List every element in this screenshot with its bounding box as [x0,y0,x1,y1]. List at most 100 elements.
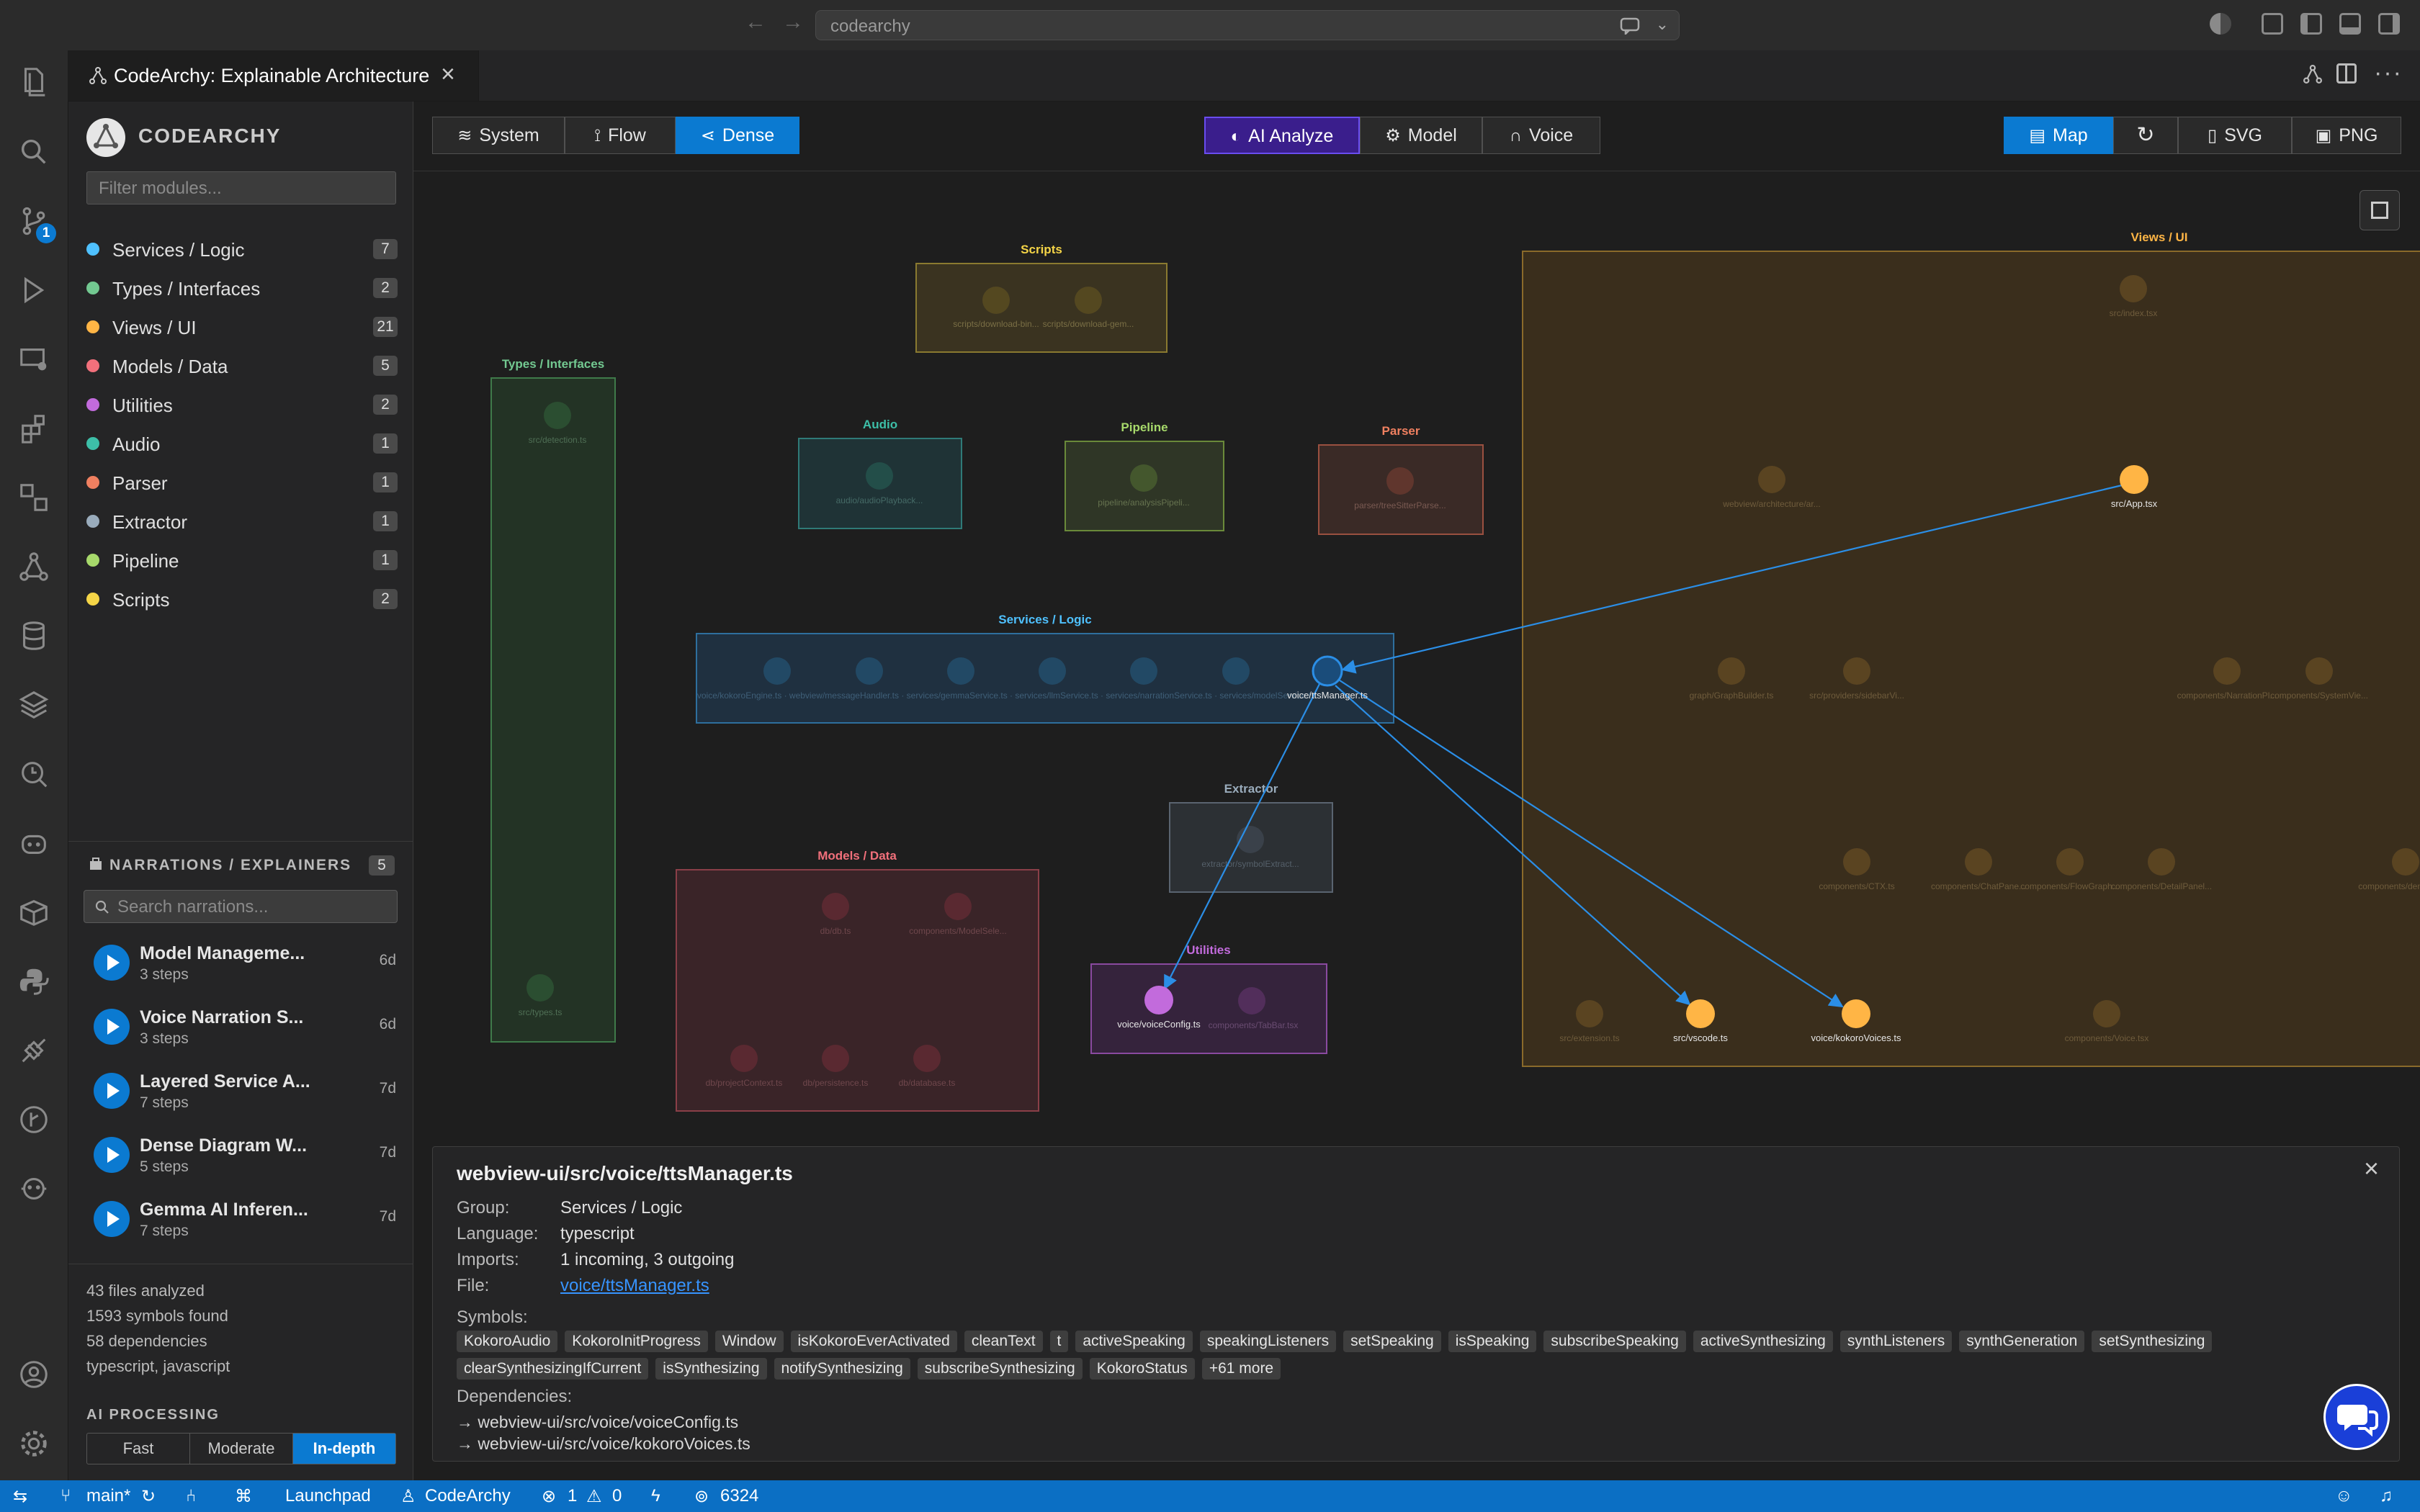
ai-mode-moderate[interactable]: Moderate [190,1434,293,1464]
sync-icon[interactable]: ↻ [141,1486,156,1507]
symbol-chip[interactable]: setSpeaking [1343,1331,1441,1352]
play-icon[interactable] [94,1137,130,1173]
settings-gear-icon[interactable] [16,1426,52,1462]
layers-icon[interactable] [16,687,52,723]
group-views-ui[interactable]: Views / UI src/index.tsx webview/archite… [1522,230,2420,1067]
view-dense-button[interactable]: ⋖ Dense [676,117,799,154]
search-icon[interactable] [16,134,52,170]
detail-file-link[interactable]: voice/ttsManager.ts [560,1276,709,1296]
map-button[interactable]: ▤ Map [2004,117,2113,154]
symbol-chip[interactable]: +61 more [1201,1358,1281,1380]
copilot-icon[interactable] [16,825,52,861]
symbol-chip[interactable]: synthListeners [1839,1331,1953,1352]
narration-item[interactable]: Layered Service A... 7 steps 7d [84,1061,400,1122]
group-filter-item[interactable]: Views / UI 21 [86,310,398,343]
export-png-button[interactable]: ▣ PNG [2292,117,2401,154]
export-svg-button[interactable]: ▯ SVG [2178,117,2292,154]
compare-icon[interactable] [16,480,52,516]
group-types-interfaces[interactable]: Types / Interfaces src/detection.ts src/… [490,357,616,1043]
symbol-chip[interactable]: KokoroInitProgress [565,1331,708,1352]
database-icon[interactable] [16,618,52,654]
group-pipeline[interactable]: Pipeline pipeline/analysisPipeli... [1065,420,1224,531]
narration-item[interactable]: Model Manageme... 3 steps 6d [84,933,400,994]
split-editor-icon[interactable] [2336,63,2357,84]
symbol-chip[interactable]: isSynthesizing [655,1358,767,1380]
ai-mode-fast[interactable]: Fast [87,1434,190,1464]
group-filter-item[interactable]: Utilities 2 [86,387,398,420]
robot-icon[interactable] [16,1171,52,1207]
play-icon[interactable] [94,1201,130,1237]
symbol-chip[interactable]: clearSynthesizingIfCurrent [457,1358,649,1380]
account-icon[interactable] [16,1356,52,1392]
codearchy-status-label[interactable]: CodeArchy [425,1486,511,1506]
remote-connect-icon[interactable] [16,1032,52,1068]
group-filter-item[interactable]: Services / Logic 7 [86,232,398,265]
voice-button[interactable]: ∩ Voice [1482,117,1600,154]
copilot-chat-icon[interactable] [1620,17,1641,35]
symbol-chip[interactable]: activeSpeaking [1075,1331,1193,1352]
group-filter-item[interactable]: Pipeline 1 [86,543,398,576]
ai-mode-in-depth[interactable]: In-depth [293,1434,395,1464]
group-services-logic[interactable]: Services / Logic voice/kokoroEngine.ts ·… [696,613,1394,724]
dependency-item[interactable]: → webview-ui/src/voice/voiceConfig.ts [457,1413,738,1432]
symbol-chip[interactable]: setSynthesizing [2092,1331,2213,1352]
toggle-panel-icon[interactable] [2339,13,2361,35]
launchpad-label[interactable]: Launchpad [285,1486,371,1506]
forward-arrow-icon[interactable]: → [782,10,804,35]
group-utilities[interactable]: Utilities components/TabBar.tsx [1090,943,1327,1054]
python-icon[interactable] [16,963,52,999]
group-filter-item[interactable]: Audio 1 [86,426,398,459]
dependency-item[interactable]: → webview-ui/src/voice/kokoroVoices.ts [457,1434,750,1454]
close-icon[interactable]: × [2364,1153,2379,1184]
narration-item[interactable]: Dense Diagram W... 5 steps 7d [84,1125,400,1186]
view-system-button[interactable]: ≋ System [432,117,565,154]
play-icon[interactable] [94,945,130,981]
group-parser[interactable]: Parser parser/treeSitterParse... [1318,424,1484,535]
architecture-icon[interactable] [2302,63,2323,89]
filter-modules-field[interactable] [97,178,388,199]
chevron-down-icon[interactable]: ⌄ [1656,15,1669,34]
group-scripts[interactable]: Scripts scripts/download-bin... scripts/… [915,243,1168,353]
symbol-chip[interactable]: isSpeaking [1448,1331,1537,1352]
symbol-chip[interactable]: speakingListeners [1199,1331,1337,1352]
narration-item[interactable]: Gemma AI Inferen... 7 steps 7d [84,1189,400,1250]
symbol-chip[interactable]: synthGeneration [1959,1331,2085,1352]
group-filter-item[interactable]: Scripts 2 [86,582,398,615]
git-graph-icon[interactable] [16,1102,52,1138]
lightning-icon[interactable]: ϟ [651,1486,660,1506]
narration-item[interactable]: Voice Narration S... 3 steps 6d [84,997,400,1058]
git-branch-label[interactable]: main* [86,1486,130,1506]
refresh-button[interactable]: ↻ [2113,117,2178,154]
symbol-chip[interactable]: notifySynthesizing [774,1358,910,1380]
view-flow-button[interactable]: ⟟ Flow [565,117,676,154]
symbol-chip[interactable]: KokoroStatus [1089,1358,1195,1380]
symbol-chip[interactable]: KokoroAudio [457,1331,558,1352]
group-filter-item[interactable]: Parser 1 [86,465,398,498]
toggle-primary-sidebar-icon[interactable] [2300,13,2322,35]
group-filter-item[interactable]: Extractor 1 [86,504,398,537]
play-icon[interactable] [94,1073,130,1109]
symbol-chip[interactable]: Window [714,1331,784,1352]
group-models-data[interactable]: Models / Data db/db.ts components/ModelS… [676,849,1039,1112]
filter-modules-input[interactable] [86,171,396,204]
run-debug-icon[interactable] [16,272,52,308]
symbol-chip[interactable]: subscribeSpeaking [1543,1331,1686,1352]
customize-layout-icon[interactable] [2262,13,2283,35]
timeline-search-icon[interactable] [16,756,52,792]
more-actions-icon[interactable]: ··· [2374,59,2403,87]
notifications-bell-icon[interactable]: ♫ [2380,1486,2393,1506]
play-icon[interactable] [94,1009,130,1045]
containers-icon[interactable] [16,894,52,930]
group-filter-item[interactable]: Models / Data 5 [86,348,398,382]
group-audio[interactable]: Audio audio/audioPlayback... [798,418,962,529]
warning-count[interactable]: 0 [612,1486,622,1506]
search-narrations-field[interactable] [116,896,393,918]
symbol-chip[interactable]: cleanText [964,1331,1043,1352]
explorer-icon[interactable] [16,63,52,99]
toggle-secondary-sidebar-icon[interactable] [2378,13,2400,35]
remote-explorer-icon[interactable] [16,341,52,377]
group-filter-item[interactable]: Types / Interfaces 2 [86,271,398,304]
port-label[interactable]: 6324 [720,1486,758,1506]
chat-bubble-icon[interactable] [2323,1384,2390,1450]
tab-codearchy[interactable]: CodeArchy: Explainable Architecture × [68,50,479,101]
